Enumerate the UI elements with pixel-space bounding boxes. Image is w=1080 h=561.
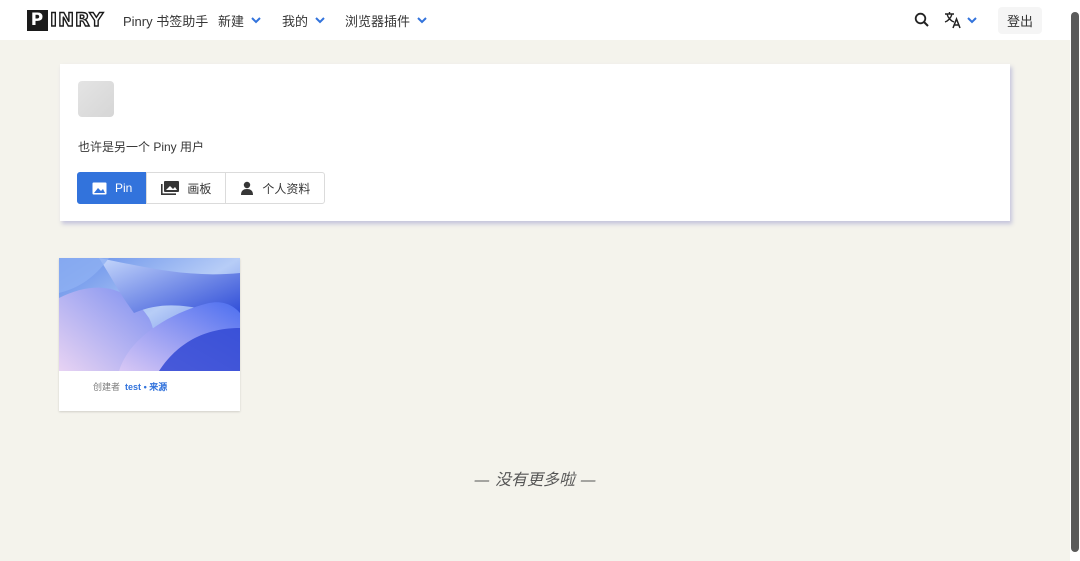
image-icon bbox=[92, 182, 107, 194]
nav-item-new[interactable]: 新建 bbox=[218, 0, 262, 40]
nav-item-label: 新建 bbox=[218, 13, 245, 29]
separator: • bbox=[143, 382, 147, 392]
chevron-down-icon bbox=[251, 17, 261, 24]
nav-item-label: Pinry 书签助手 bbox=[123, 13, 209, 29]
images-icon bbox=[161, 181, 180, 195]
nav-item-browser-extension[interactable]: 浏览器插件 bbox=[345, 0, 428, 40]
logo-text: INRY bbox=[49, 8, 105, 31]
chevron-down-icon bbox=[967, 17, 977, 24]
tab-pins[interactable]: Pin bbox=[77, 172, 148, 204]
pin-image[interactable] bbox=[59, 258, 240, 371]
no-more-message: — 没有更多啦 — bbox=[473, 470, 597, 489]
profile-tabs: Pin 画板 个人资料 bbox=[77, 172, 326, 204]
translate-icon bbox=[944, 12, 961, 29]
pin-meta: 创建者 test • 来源 bbox=[93, 380, 167, 393]
source-link[interactable]: 来源 bbox=[149, 382, 167, 392]
profile-card: 也许是另一个 Piny 用户 Pin 画板 个人资料 bbox=[60, 64, 1010, 221]
nav-item-bookmarklet[interactable]: Pinry 书签助手 bbox=[123, 0, 208, 40]
tab-label: 画板 bbox=[187, 181, 212, 196]
abstract-wallpaper-image bbox=[59, 258, 240, 371]
top-navbar: P INRY Pinry 书签助手 新建 我的 浏览器插件 登出 bbox=[0, 0, 1070, 40]
avatar bbox=[78, 81, 114, 117]
pinry-logo[interactable]: P INRY bbox=[27, 8, 105, 32]
scrollbar-thumb[interactable] bbox=[1071, 12, 1079, 552]
tab-profile[interactable]: 个人资料 bbox=[225, 172, 326, 204]
nav-item-label: 我的 bbox=[282, 13, 309, 29]
search-icon[interactable] bbox=[912, 10, 932, 30]
profile-username: 也许是另一个 Piny 用户 bbox=[78, 140, 205, 154]
pin-card[interactable]: 创建者 test • 来源 bbox=[59, 258, 240, 411]
user-icon bbox=[241, 181, 254, 195]
vertical-scrollbar[interactable] bbox=[1070, 0, 1080, 561]
tab-label: Pin bbox=[115, 181, 133, 195]
logo-letter-box: P bbox=[27, 9, 48, 31]
chevron-down-icon bbox=[315, 17, 325, 24]
nav-item-label: 浏览器插件 bbox=[345, 13, 411, 29]
creator-link[interactable]: test bbox=[125, 382, 141, 392]
nav-item-mine[interactable]: 我的 bbox=[282, 0, 326, 40]
language-switcher[interactable] bbox=[943, 9, 979, 31]
logout-button[interactable]: 登出 bbox=[998, 7, 1042, 34]
chevron-down-icon bbox=[417, 17, 427, 24]
creator-prefix: 创建者 bbox=[93, 382, 121, 392]
tab-boards[interactable]: 画板 bbox=[146, 172, 227, 204]
tab-label: 个人资料 bbox=[262, 181, 311, 196]
